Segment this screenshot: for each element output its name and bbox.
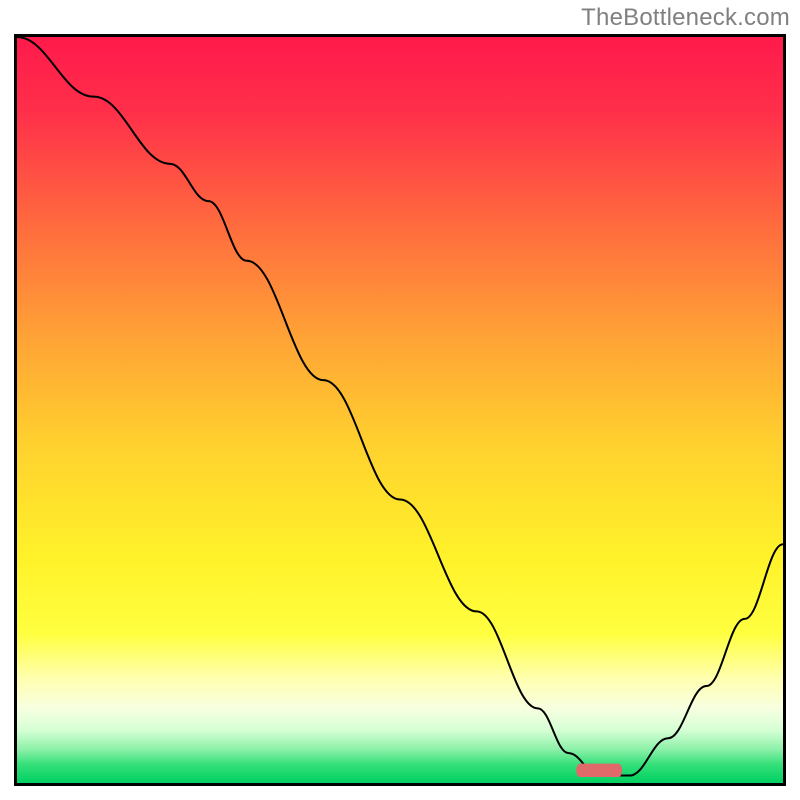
plot-frame xyxy=(14,34,786,786)
watermark-text: TheBottleneck.com xyxy=(581,4,790,32)
figure: TheBottleneck.com xyxy=(0,0,800,800)
plot-svg xyxy=(17,37,783,783)
gradient-background xyxy=(17,37,783,783)
optimal-marker xyxy=(576,764,622,777)
